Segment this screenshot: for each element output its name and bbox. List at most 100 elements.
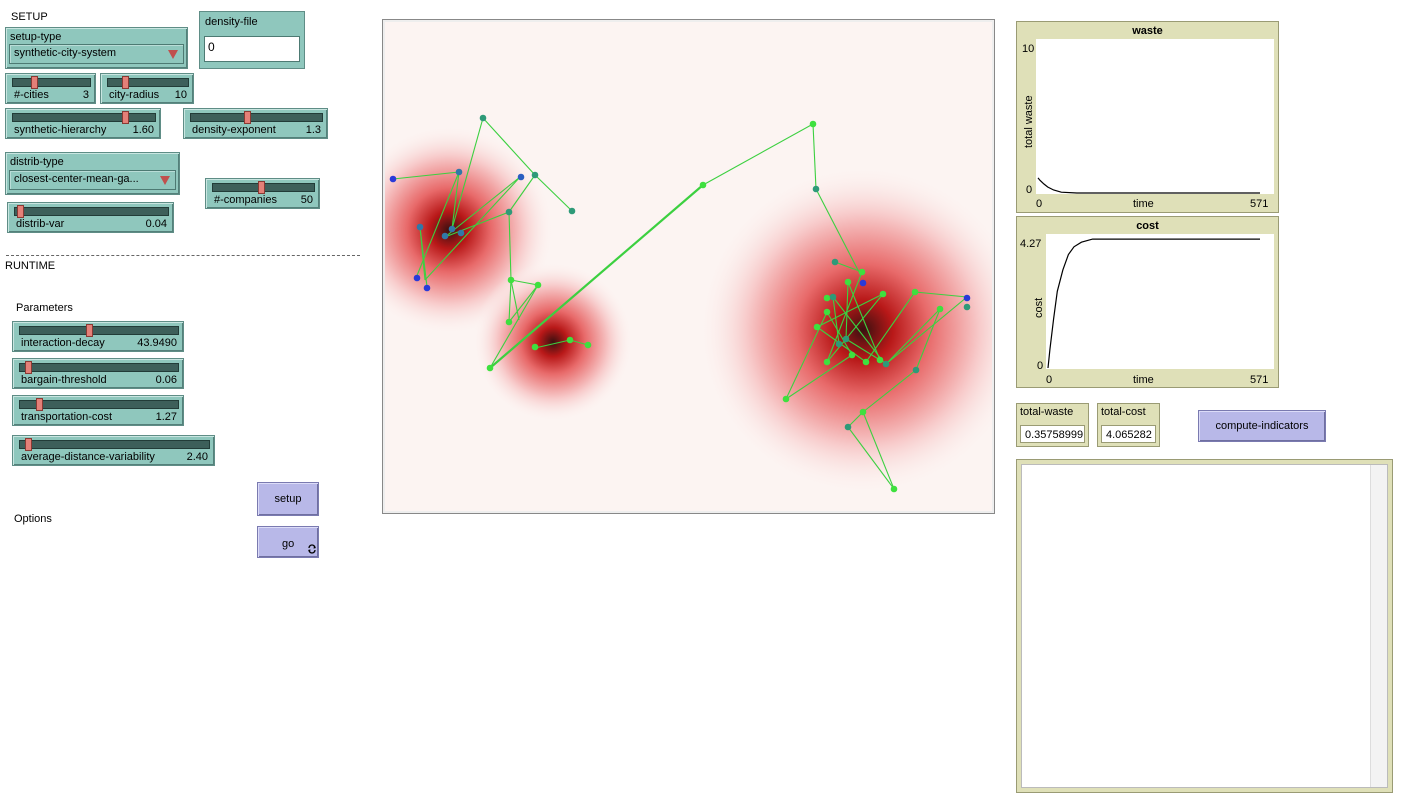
slider-name: distrib-var [16,218,65,230]
series-line [1047,238,1260,369]
slider-track[interactable] [12,78,91,87]
slider-thumb[interactable] [122,76,129,89]
monitor-value: 4.065282 [1101,425,1156,443]
runtime-section-label: RUNTIME [5,260,56,272]
slider-name: average-distance-variability [21,451,155,463]
plot-area [1036,39,1274,194]
slider-thumb[interactable] [24,438,32,451]
cities-slider[interactable]: #-cities 3 [5,73,96,104]
distrib-var-slider[interactable]: distrib-var 0.04 [7,202,174,233]
transportation-cost-slider[interactable]: transportation-cost 1.27 [12,395,184,426]
slider-thumb[interactable] [244,111,252,124]
setup-button[interactable]: setup [257,482,319,516]
density-file-label: density-file [205,16,258,28]
slider-value: 3 [82,89,89,101]
companies-slider[interactable]: #-companies 50 [205,178,320,209]
slider-track[interactable] [19,326,179,335]
slider-value: 2.40 [186,451,208,463]
slider-value: 1.3 [305,124,321,136]
slider-track[interactable] [12,113,156,122]
average-distance-variability-slider[interactable]: average-distance-variability 2.40 [12,435,215,466]
slider-thumb[interactable] [31,76,39,89]
slider-name: bargain-threshold [21,374,107,386]
synthetic-hierarchy-slider[interactable]: synthetic-hierarchy 1.60 [5,108,161,139]
slider-name: #-cities [14,89,49,101]
slider-track[interactable] [107,78,189,87]
setup-type-dropdown[interactable]: synthetic-city-system [9,44,184,64]
slider-track[interactable] [19,440,210,449]
slider-thumb[interactable] [258,181,266,194]
y-min-label: 0 [1026,184,1033,196]
density-file-input[interactable]: density-file 0 [199,11,305,69]
section-divider [6,255,360,256]
city-radius-slider[interactable]: city-radius 10 [100,73,194,104]
y-axis-label: total waste [1023,95,1035,148]
slider-value: 0.06 [155,374,177,386]
slider-name: transportation-cost [21,411,113,423]
bargain-threshold-slider[interactable]: bargain-threshold 0.06 [12,358,184,389]
go-button[interactable]: go [257,526,319,558]
slider-track[interactable] [14,207,169,216]
total-cost-monitor: total-cost 4.065282 [1097,403,1160,447]
distrib-type-value: closest-center-mean-ga... [14,173,139,185]
cost-line-chart [1047,238,1260,369]
y-max-label: 10 [1022,43,1035,55]
parameters-label: Parameters [16,302,73,314]
slider-track[interactable] [19,363,179,372]
waste-plot[interactable]: waste 10 0 total waste 0 time 571 [1016,21,1279,213]
slider-value: 0.04 [145,218,167,230]
output-text-area[interactable] [1021,464,1388,788]
x-min-label: 0 [1036,198,1043,210]
slider-name: interaction-decay [21,337,105,349]
monitor-value: 0.35758999 [1020,425,1085,443]
slider-name: city-radius [109,89,160,101]
slider-thumb[interactable] [25,361,33,374]
cost-plot[interactable]: cost 4.27 0 cost 0 time 571 [1016,216,1279,388]
output-area[interactable] [1016,459,1393,793]
y-axis-label: cost [1033,297,1045,318]
setup-type-value: synthetic-city-system [14,47,117,59]
y-min-label: 0 [1037,360,1044,372]
slider-value: 50 [300,194,313,206]
slider-name: density-exponent [192,124,276,136]
slider-name: synthetic-hierarchy [14,124,107,136]
x-max-label: 571 [1250,198,1269,210]
distrib-type-dropdown[interactable]: closest-center-mean-ga... [9,170,176,190]
options-label: Options [14,513,52,525]
slider-value: 10 [174,89,187,101]
monitor-label: total-cost [1101,406,1146,418]
slider-thumb[interactable] [16,205,24,218]
dropdown-arrow-icon [160,176,170,185]
slider-value: 43.9490 [137,337,177,349]
setup-type-label: setup-type [10,31,62,43]
output-scrollbar[interactable] [1370,465,1387,787]
plot-area [1046,234,1274,369]
slider-thumb[interactable] [121,111,129,124]
slider-thumb[interactable] [86,324,94,337]
distrib-type-label: distrib-type [10,156,64,168]
density-exponent-slider[interactable]: density-exponent 1.3 [183,108,328,139]
setup-type-chooser[interactable]: setup-type synthetic-city-system [5,27,188,69]
slider-value: 1.27 [155,411,177,423]
setup-section-label: SETUP [11,11,48,23]
x-axis-label: time [1133,198,1154,210]
interaction-decay-slider[interactable]: interaction-decay 43.9490 [12,321,184,352]
forever-icon [308,544,316,554]
compute-indicators-button[interactable]: compute-indicators [1198,410,1326,442]
density-file-field[interactable]: 0 [204,36,300,62]
plot-title: cost [1136,220,1159,232]
world-view[interactable] [382,19,995,514]
city-density-2 [473,262,633,422]
dropdown-arrow-icon [168,50,178,59]
slider-track[interactable] [19,400,179,409]
y-max-label: 4.27 [1020,238,1042,250]
total-waste-monitor: total-waste 0.35758999 [1016,403,1089,447]
x-axis-label: time [1133,374,1154,386]
slider-thumb[interactable] [35,398,43,411]
slider-track[interactable] [190,113,323,122]
series-line [1037,177,1260,194]
distrib-type-chooser[interactable]: distrib-type closest-center-mean-ga... [5,152,180,195]
x-min-label: 0 [1046,374,1053,386]
world-canvas[interactable] [385,22,992,511]
x-max-label: 571 [1250,374,1269,386]
